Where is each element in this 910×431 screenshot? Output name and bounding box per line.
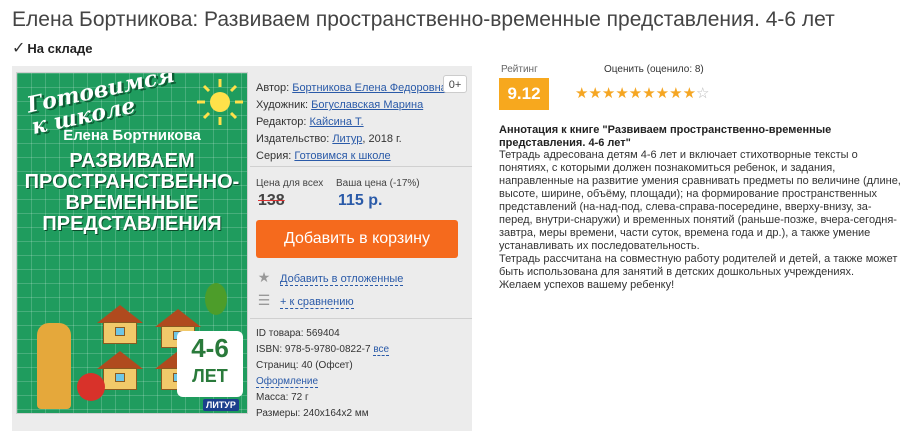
- series-label: Серия:: [256, 150, 292, 162]
- isbn-all-link[interactable]: все: [373, 344, 390, 356]
- old-price: 138: [258, 192, 285, 209]
- publish-year: , 2018 г.: [362, 133, 402, 145]
- new-price: 115 р.: [338, 192, 383, 209]
- star-icon-empty[interactable]: ☆: [696, 85, 709, 102]
- rating-stars[interactable]: ★★★★★★★★★☆: [575, 84, 709, 102]
- compare-link[interactable]: + к сравнению: [280, 296, 354, 309]
- editor-link[interactable]: Кайсина Т.: [309, 116, 363, 128]
- bird-picture: [205, 283, 227, 315]
- wishlist-action[interactable]: ★ Добавить в отложенные: [256, 269, 404, 286]
- age-number: 4-6: [191, 333, 229, 363]
- house-picture: [97, 305, 143, 345]
- weight-value: 72 г: [291, 392, 309, 403]
- stock-label: На складе: [27, 41, 93, 56]
- pages-value: 40 (Офсет): [301, 360, 353, 371]
- product-meta: ID товара: 569404 ISBN: 978-5-9780-0822-…: [256, 326, 390, 422]
- series-link[interactable]: Готовимся к школе: [294, 150, 390, 162]
- compare-action[interactable]: ☰ + к сравнению: [256, 292, 354, 309]
- cover-publisher-logo: ЛИТУР: [203, 399, 239, 411]
- divider: [250, 166, 472, 167]
- product-title: Елена Бортникова: Развиваем пространстве…: [12, 6, 902, 62]
- wishlist-link[interactable]: Добавить в отложенные: [280, 273, 404, 286]
- stock-status: ✓ На складе: [12, 40, 93, 57]
- age-rating-badge: 0+: [443, 75, 467, 93]
- artist-link[interactable]: Богуславская Марина: [311, 99, 423, 111]
- pages-label: Страниц:: [256, 360, 299, 371]
- product-title-text: Елена Бортникова: Развиваем пространстве…: [12, 8, 835, 31]
- cover-title: РАЗВИВАЕМ ПРОСТРАНСТВЕННО-ВРЕМЕННЫЕ ПРЕД…: [24, 150, 240, 235]
- giraffe-picture: [37, 323, 71, 409]
- age-unit: ЛЕТ: [192, 366, 228, 386]
- rate-label: Оценить (оценило: 8): [604, 64, 704, 75]
- book-details: Автор: Бортникова Елена Федоровна Художн…: [256, 80, 447, 165]
- checkmark-icon: ✓: [12, 40, 26, 57]
- add-to-cart-button[interactable]: Добавить в корзину: [256, 220, 458, 258]
- annotation-paragraph: Тетрадь адресована детям 4-6 лет и включ…: [499, 149, 901, 252]
- publisher-label: Издательство:: [256, 133, 330, 145]
- star-icon-filled[interactable]: ★★★★★★★★★: [575, 85, 696, 102]
- artist-label: Художник:: [256, 99, 309, 111]
- isbn-label: ISBN:: [256, 344, 283, 355]
- price-all-label: Цена для всех: [256, 178, 324, 189]
- star-icon: ★: [257, 269, 271, 285]
- annotation-body: Тетрадь адресована детям 4-6 лет и включ…: [499, 149, 901, 292]
- rating-value: 9.12: [499, 78, 549, 110]
- size-value: 240x164x2 мм: [303, 408, 369, 419]
- weight-label: Масса:: [256, 392, 289, 403]
- divider: [250, 318, 472, 319]
- id-label: ID товара:: [256, 328, 304, 339]
- price-your-label: Ваша цена (-17%): [336, 178, 420, 189]
- author-label: Автор:: [256, 82, 290, 94]
- size-label: Размеры:: [256, 408, 301, 419]
- book-cover-image[interactable]: Готовимся к школе Елена Бортникова РАЗВИ…: [16, 72, 248, 414]
- design-link[interactable]: Оформление: [256, 376, 319, 388]
- parrot-picture: [77, 373, 105, 401]
- list-icon: ☰: [257, 292, 271, 308]
- age-badge: 4-6 ЛЕТ: [177, 331, 243, 397]
- id-value: 569404: [306, 328, 340, 339]
- publisher-link[interactable]: Литур: [332, 133, 362, 145]
- editor-label: Редактор:: [256, 116, 307, 128]
- annotation-title: Аннотация к книге "Развиваем пространств…: [499, 124, 832, 149]
- annotation-paragraph: Желаем успехов вашему ребенку!: [499, 279, 675, 291]
- author-link[interactable]: Бортникова Елена Федоровна: [292, 82, 447, 94]
- cover-author: Елена Бортникова: [63, 127, 201, 144]
- annotation-paragraph: Тетрадь рассчитана на совместную работу …: [499, 253, 898, 278]
- sun-icon: [197, 79, 243, 125]
- rating-label: Рейтинг: [501, 64, 538, 75]
- isbn-value: 978-5-9780-0822-7: [284, 344, 371, 355]
